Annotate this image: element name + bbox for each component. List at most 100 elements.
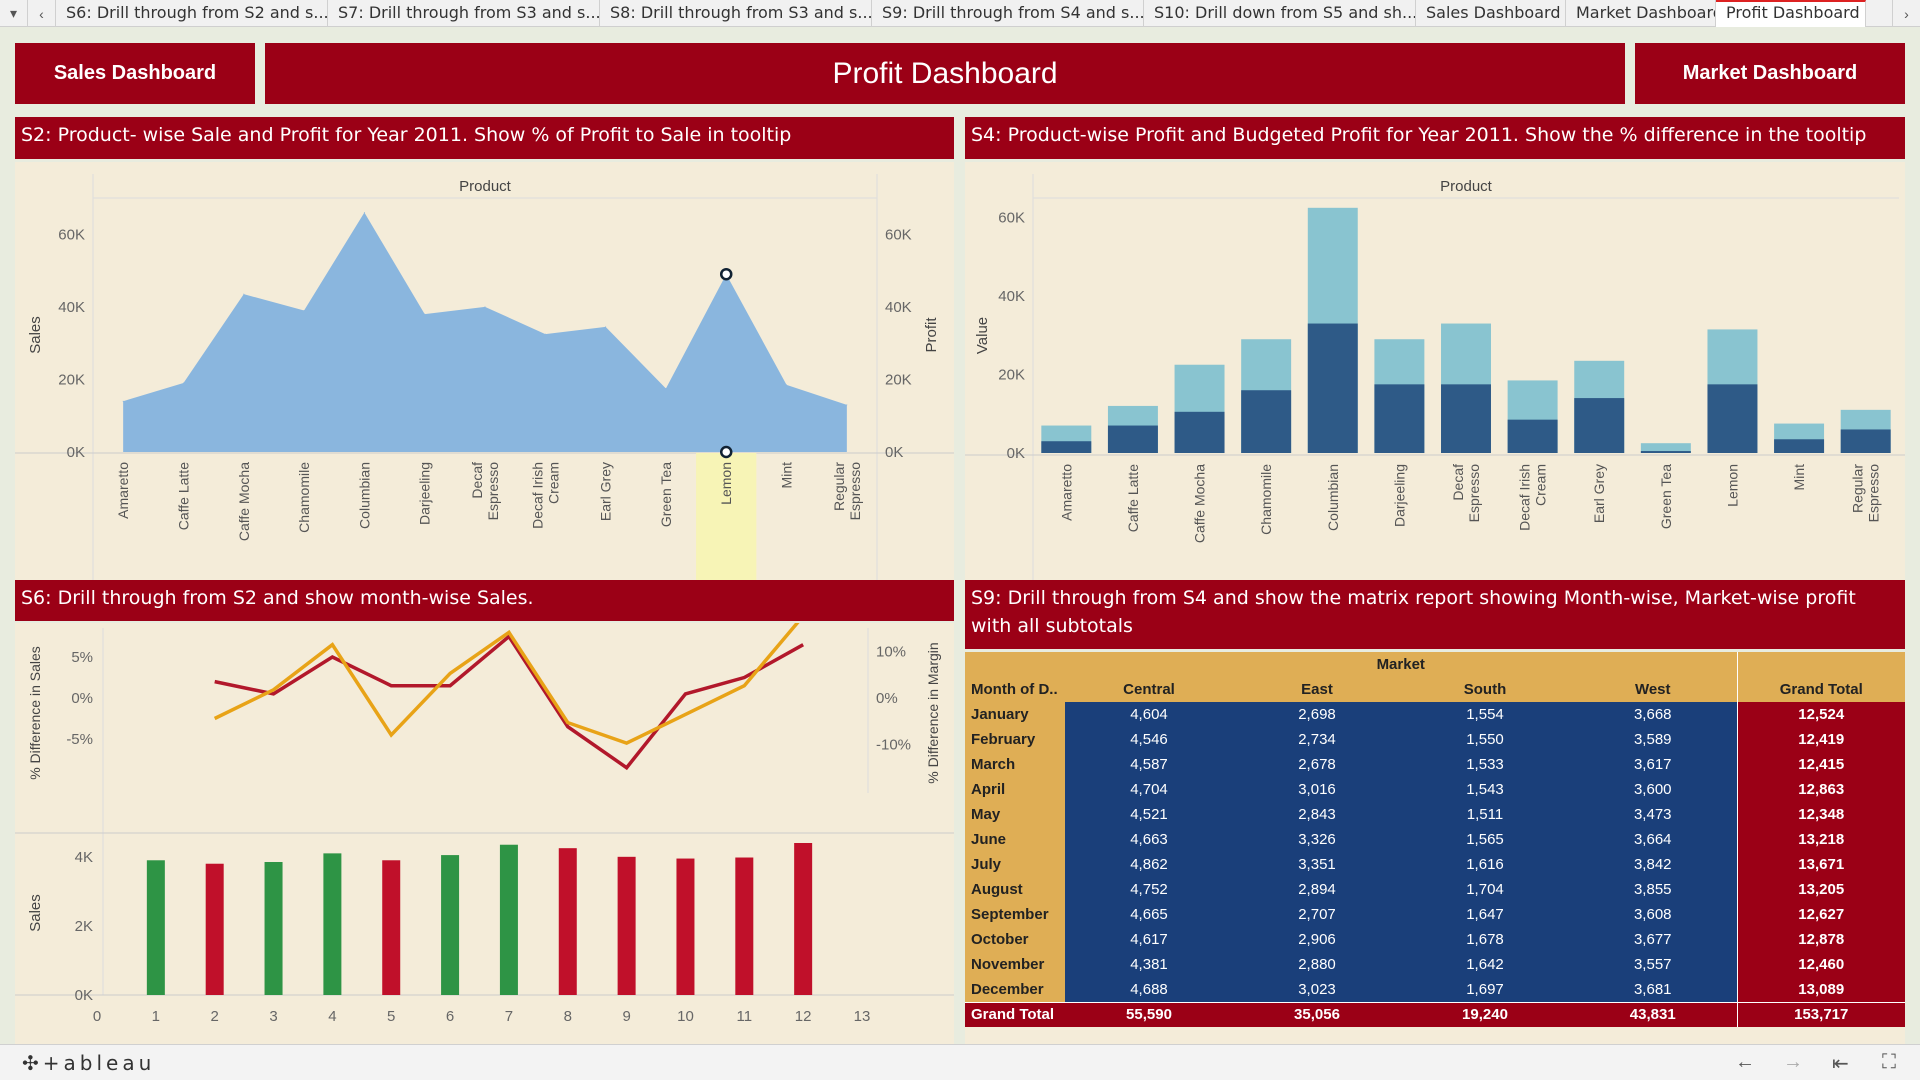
month-sales-bar[interactable] [382, 860, 401, 995]
month-label[interactable]: June [965, 827, 1065, 852]
column-total-cell[interactable]: 35,056 [1233, 1002, 1401, 1027]
selected-point-marker[interactable] [719, 267, 733, 281]
profit-cell[interactable]: 4,862 [1065, 852, 1233, 877]
sales-diff-line[interactable] [214, 633, 805, 771]
profit-cell[interactable]: 3,600 [1569, 777, 1737, 802]
market-column-header[interactable]: West [1569, 677, 1737, 702]
profit-cell[interactable]: 1,533 [1401, 752, 1569, 777]
row-total-cell[interactable]: 13,218 [1736, 827, 1905, 852]
profit-cell[interactable]: 2,707 [1233, 902, 1401, 927]
month-label[interactable]: May [965, 802, 1065, 827]
profit-cell[interactable]: 3,608 [1569, 902, 1737, 927]
profit-cell[interactable]: 2,880 [1233, 952, 1401, 977]
month-label[interactable]: December [965, 977, 1065, 1002]
sheet-tab[interactable]: S7: Drill through from S3 and s... [328, 0, 600, 27]
column-total-cell[interactable]: 43,831 [1569, 1002, 1737, 1027]
profit-cell[interactable]: 3,668 [1569, 702, 1737, 727]
month-sales-bar[interactable] [146, 860, 165, 995]
s2-area-chart[interactable]: Product 60K 60K 40K 40K 20K 20K 0K 0K Sales Profit… [15, 162, 954, 608]
month-label[interactable]: March [965, 752, 1065, 777]
month-sales-bar[interactable] [558, 848, 577, 995]
profit-bar[interactable] [1174, 411, 1225, 453]
profit-cell[interactable]: 4,704 [1065, 777, 1233, 802]
month-label[interactable]: October [965, 927, 1065, 952]
profit-bar[interactable] [1441, 384, 1491, 453]
row-total-cell[interactable]: 12,863 [1736, 777, 1905, 802]
profit-cell[interactable]: 4,663 [1065, 827, 1233, 852]
row-total-cell[interactable]: 12,460 [1736, 952, 1905, 977]
month-label[interactable]: August [965, 877, 1065, 902]
month-label[interactable]: November [965, 952, 1065, 977]
column-total-cell[interactable]: 19,240 [1401, 1002, 1569, 1027]
month-sales-bar[interactable] [617, 856, 636, 995]
area-point[interactable] [484, 306, 486, 308]
profit-cell[interactable]: 1,543 [1401, 777, 1569, 802]
back-icon[interactable]: ← [1735, 1051, 1755, 1074]
month-label[interactable]: January [965, 702, 1065, 727]
profit-bar[interactable] [1041, 441, 1092, 453]
month-sales-bar[interactable] [794, 843, 813, 995]
profit-cell[interactable]: 4,617 [1065, 927, 1233, 952]
profit-cell[interactable]: 1,647 [1401, 902, 1569, 927]
profit-cell[interactable]: 2,678 [1233, 752, 1401, 777]
forward-icon[interactable]: → [1783, 1051, 1803, 1074]
profit-cell[interactable]: 3,016 [1233, 777, 1401, 802]
profit-cell[interactable]: 3,855 [1569, 877, 1737, 902]
profit-cell[interactable]: 1,554 [1401, 702, 1569, 727]
month-sales-bar[interactable] [264, 862, 283, 995]
row-total-cell[interactable]: 12,627 [1736, 902, 1905, 927]
area-point[interactable] [665, 388, 667, 389]
sheet-tab[interactable]: S9: Drill through from S4 and s... [872, 0, 1144, 27]
month-label[interactable]: September [965, 902, 1065, 927]
month-label[interactable]: July [965, 852, 1065, 877]
profit-cell[interactable]: 3,473 [1569, 802, 1737, 827]
profit-cell[interactable]: 3,326 [1233, 827, 1401, 852]
profit-cell[interactable]: 3,681 [1569, 977, 1737, 1002]
profit-cell[interactable]: 2,734 [1233, 727, 1401, 752]
area-point[interactable] [846, 404, 848, 406]
profit-cell[interactable]: 1,678 [1401, 927, 1569, 952]
profit-bar[interactable] [1107, 425, 1158, 453]
profit-bar[interactable] [1840, 429, 1891, 453]
profit-cell[interactable]: 4,665 [1065, 902, 1233, 927]
market-column-header[interactable]: East [1233, 677, 1401, 702]
profit-cell[interactable]: 2,698 [1233, 702, 1401, 727]
s6-combo-chart[interactable]: 10%5%0%-5%10%0%-10%4K2K0K012345678910111… [15, 608, 954, 1069]
row-total-cell[interactable]: 12,524 [1736, 702, 1905, 727]
sales-area[interactable] [123, 212, 847, 452]
sheet-tab[interactable]: S6: Drill through from S2 and s... [56, 0, 328, 27]
profit-cell[interactable]: 2,894 [1233, 877, 1401, 902]
row-total-cell[interactable]: 12,348 [1736, 802, 1905, 827]
month-sales-bar[interactable] [499, 844, 518, 995]
profit-cell[interactable]: 4,546 [1065, 727, 1233, 752]
area-point[interactable] [363, 212, 365, 214]
area-point[interactable] [303, 309, 305, 311]
first-icon[interactable]: ⇤ [1832, 1051, 1849, 1076]
fullscreen-icon[interactable]: ⛶ [1882, 1051, 1896, 1074]
profit-bar[interactable] [1307, 323, 1358, 453]
profit-cell[interactable]: 4,688 [1065, 977, 1233, 1002]
profit-cell[interactable]: 3,023 [1233, 977, 1401, 1002]
tab-menu-icon[interactable]: ▾ [0, 0, 28, 27]
area-point[interactable] [243, 293, 245, 295]
profit-cell[interactable]: 4,587 [1065, 752, 1233, 777]
profit-cell[interactable]: 1,616 [1401, 852, 1569, 877]
sales-dashboard-button[interactable]: Sales Dashboard [15, 43, 255, 104]
sheet-tab[interactable]: S8: Drill through from S3 and s... [600, 0, 872, 27]
area-point[interactable] [544, 333, 546, 335]
profit-cell[interactable]: 1,550 [1401, 727, 1569, 752]
tab-scroll-right-icon[interactable]: › [1892, 0, 1920, 27]
area-point[interactable] [182, 382, 184, 384]
month-label[interactable]: April [965, 777, 1065, 802]
profit-bar[interactable] [1774, 439, 1825, 453]
month-sales-bar[interactable] [441, 855, 460, 995]
profit-cell[interactable]: 1,565 [1401, 827, 1569, 852]
profit-bar[interactable] [1707, 384, 1758, 453]
month-sales-bar[interactable] [676, 858, 695, 995]
month-sales-bar[interactable] [323, 853, 342, 995]
profit-cell[interactable]: 3,557 [1569, 952, 1737, 977]
month-column-header[interactable]: Month of D.. [965, 677, 1065, 702]
profit-cell[interactable]: 2,906 [1233, 927, 1401, 952]
profit-cell[interactable]: 3,677 [1569, 927, 1737, 952]
column-total-cell[interactable]: 55,590 [1065, 1002, 1233, 1027]
